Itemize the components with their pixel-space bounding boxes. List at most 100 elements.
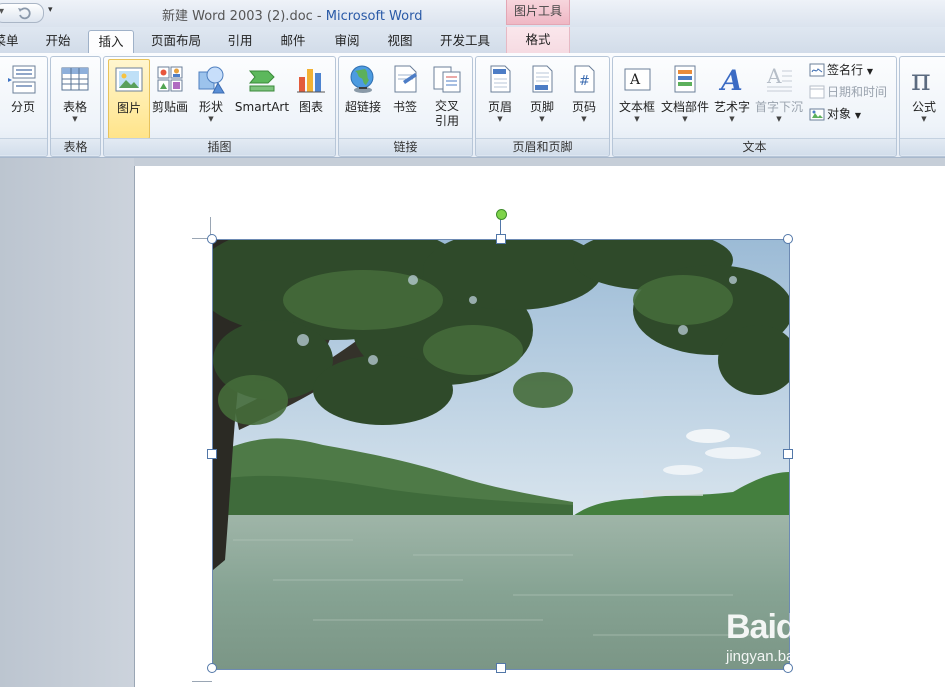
redo-arrow-icon[interactable]: ▾	[0, 6, 4, 17]
insert-picture-label: 图片	[116, 101, 141, 115]
insert-picture-button[interactable]: 图片	[108, 59, 150, 139]
tab-home[interactable]: 开始	[38, 30, 78, 52]
table-dropdown-icon[interactable]: ▼	[55, 115, 95, 124]
footer-button[interactable]: 页脚 ▼	[522, 59, 562, 137]
cross-reference-label: 交叉 引用	[426, 99, 468, 129]
svg-text:A: A	[718, 64, 743, 95]
tab-menu[interactable]: 菜单	[0, 30, 24, 52]
footer-dropdown-icon[interactable]: ▼	[522, 115, 562, 124]
bookmark-button[interactable]: 书签	[386, 59, 424, 137]
quick-parts-dropdown-icon[interactable]: ▼	[660, 115, 710, 124]
equation-dropdown-icon[interactable]: ▼	[902, 115, 945, 124]
signature-line-button[interactable]: 签名行 ▼	[809, 61, 873, 79]
header-dropdown-icon[interactable]: ▼	[480, 115, 520, 124]
tab-references[interactable]: 引用	[220, 30, 260, 52]
tab-view[interactable]: 视图	[380, 30, 420, 52]
shapes-dropdown-icon[interactable]: ▼	[191, 115, 231, 124]
object-icon	[809, 108, 825, 121]
svg-text:#: #	[579, 74, 590, 89]
group-links: 超链接 书签 交叉 引用 链接	[338, 56, 473, 157]
drop-cap-icon: A	[766, 64, 792, 92]
hyperlink-button[interactable]: 超链接	[341, 59, 385, 137]
quick-parts-icon	[674, 65, 696, 93]
chart-button[interactable]: 图表	[292, 59, 330, 137]
signature-line-dropdown-icon[interactable]: ▼	[867, 67, 873, 76]
page-break-button[interactable]: 分页	[3, 59, 43, 137]
date-time-label: 日期和时间	[827, 85, 888, 99]
group-symbols-label	[900, 138, 945, 155]
inserted-picture[interactable]	[212, 239, 790, 670]
shapes-icon	[198, 66, 225, 94]
undo-icon[interactable]	[17, 6, 31, 20]
bookmark-icon	[394, 65, 417, 93]
shapes-button[interactable]: 形状 ▼	[191, 59, 231, 137]
clipart-button[interactable]: 剪贴画	[151, 59, 189, 137]
textbox-dropdown-icon[interactable]: ▼	[616, 115, 658, 124]
group-text: A 文本框 ▼ 文档部件 ▼ A 艺术字 ▼ A 首字下沉 ▼ 签名行 ▼ 日期…	[612, 56, 897, 157]
customize-toolbar-icon[interactable]: ▾	[48, 5, 53, 15]
equation-label: 公式	[911, 100, 936, 114]
object-label: 对象	[827, 107, 852, 121]
tab-review[interactable]: 审阅	[327, 30, 367, 52]
resize-handle-right[interactable]	[783, 449, 793, 459]
equation-button[interactable]: π 公式 ▼	[902, 59, 945, 137]
resize-handle-bottom-left[interactable]	[207, 663, 217, 673]
smartart-button[interactable]: SmartArt	[234, 59, 290, 137]
textbox-button[interactable]: A 文本框 ▼	[616, 59, 658, 137]
tab-insert[interactable]: 插入	[88, 30, 134, 55]
footer-label: 页脚	[529, 100, 554, 114]
rotation-handle[interactable]	[496, 209, 507, 220]
resize-handle-bottom[interactable]	[496, 663, 506, 673]
drop-cap-button[interactable]: A 首字下沉 ▼	[753, 59, 805, 137]
table-button[interactable]: 表格 ▼	[55, 59, 95, 137]
group-text-label: 文本	[613, 138, 896, 155]
object-dropdown-icon[interactable]: ▼	[855, 111, 861, 120]
resize-handle-left[interactable]	[207, 449, 217, 459]
drop-cap-dropdown-icon[interactable]: ▼	[753, 115, 805, 124]
page-number-dropdown-icon[interactable]: ▼	[564, 115, 604, 124]
drop-cap-label: 首字下沉	[754, 100, 803, 114]
group-illustrations: 图片 剪贴画 形状 ▼ SmartArt 图表 插图	[103, 56, 336, 157]
textbox-icon: A	[624, 68, 651, 91]
resize-handle-top-left[interactable]	[207, 234, 217, 244]
hyperlink-label: 超链接	[344, 100, 381, 114]
svg-text:A: A	[766, 64, 782, 88]
resize-handle-top[interactable]	[496, 234, 506, 244]
ribbon-tabs: 菜单 开始 插入 页面布局 引用 邮件 审阅 视图 开发工具 格式	[0, 27, 945, 55]
cross-reference-button[interactable]: 交叉 引用	[426, 59, 468, 137]
margin-mark	[192, 681, 212, 682]
clipart-icon	[157, 66, 183, 92]
group-symbols: π 公式 ▼	[899, 56, 945, 157]
watermark-brand-cn: 经验	[821, 617, 878, 650]
date-time-icon	[809, 85, 825, 99]
tab-developer[interactable]: 开发工具	[434, 30, 496, 52]
object-button[interactable]: 对象 ▼	[809, 105, 861, 123]
wordart-dropdown-icon[interactable]: ▼	[712, 115, 752, 124]
header-button[interactable]: 页眉 ▼	[480, 59, 520, 137]
svg-text:π: π	[911, 63, 931, 95]
page-number-button[interactable]: # 页码 ▼	[564, 59, 604, 137]
shapes-label: 形状	[198, 100, 223, 114]
quick-parts-button[interactable]: 文档部件 ▼	[660, 59, 710, 137]
header-icon	[490, 65, 511, 93]
chart-label: 图表	[298, 100, 323, 114]
landscape-photo	[213, 240, 789, 669]
page-number-icon: #	[574, 65, 595, 93]
clipart-label: 剪贴画	[151, 100, 188, 114]
footer-icon	[532, 65, 553, 93]
wordart-icon: A	[718, 64, 743, 95]
tab-page-layout[interactable]: 页面布局	[145, 30, 207, 52]
tab-mailings[interactable]: 邮件	[273, 30, 313, 52]
pi-icon: π	[911, 63, 931, 95]
ribbon: 分页 表格 ▼ 表格 图片 剪贴画 形状 ▼ SmartArt 图表 插图 超链…	[0, 53, 945, 158]
resize-handle-top-right[interactable]	[783, 234, 793, 244]
smartart-label: SmartArt	[234, 100, 290, 114]
watermark-site: jingyan.baidu.com	[726, 648, 847, 665]
tab-picture-format[interactable]: 格式	[506, 27, 570, 53]
watermark-brand: Baidu	[726, 608, 816, 646]
wordart-button[interactable]: A 艺术字 ▼	[712, 59, 752, 137]
date-time-button[interactable]: 日期和时间	[809, 83, 887, 101]
left-gutter	[0, 158, 134, 687]
quick-access-toolbar: ▾	[0, 3, 44, 23]
document-name: 新建 Word 2003 (2).doc -	[162, 9, 326, 24]
